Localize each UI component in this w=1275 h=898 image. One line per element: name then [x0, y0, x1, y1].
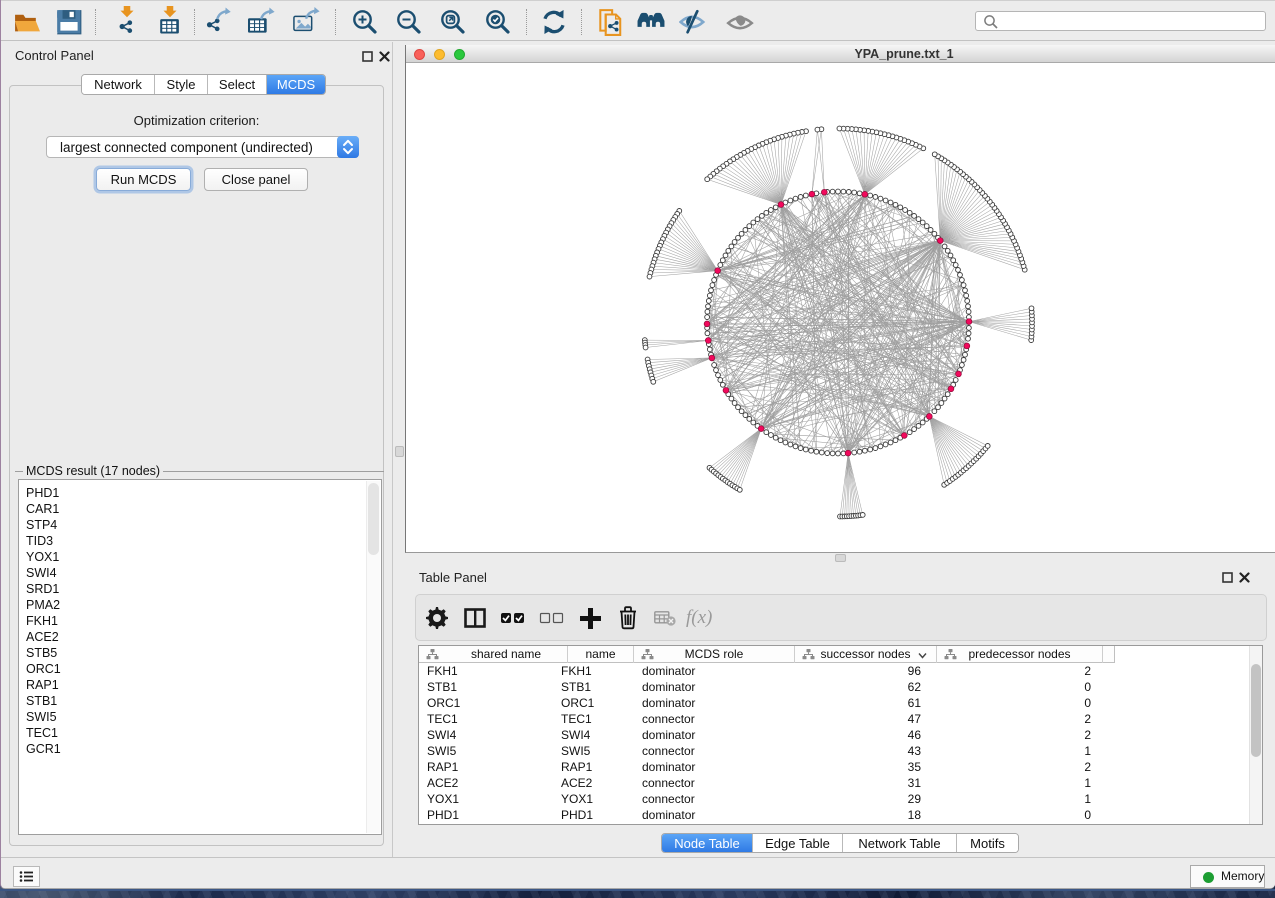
svg-text:f(x): f(x): [686, 607, 712, 628]
